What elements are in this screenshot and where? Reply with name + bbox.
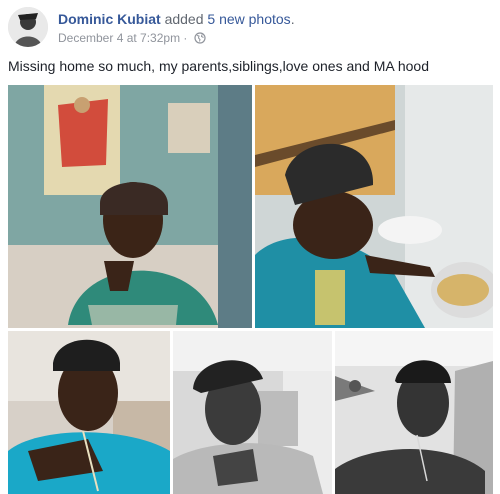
photo-1[interactable] <box>8 85 252 328</box>
photo-5[interactable] <box>335 331 493 494</box>
post-status-text: Missing home so much, my parents,sibling… <box>8 58 429 74</box>
photo-3[interactable] <box>8 331 170 494</box>
photo-4[interactable] <box>173 331 332 494</box>
photo-post: Dominic Kubiat added 5 new photos. Decem… <box>0 0 500 494</box>
action-suffix: . <box>290 11 295 27</box>
photo-2[interactable] <box>255 85 493 328</box>
post-timestamp-link[interactable]: December 4 at 7:32pm <box>58 31 180 45</box>
globe-icon[interactable] <box>194 32 206 47</box>
post-action-text: added 5 new photos. <box>165 11 295 27</box>
author-avatar[interactable] <box>8 7 48 47</box>
post-header: Dominic Kubiat added 5 new photos. Decem… <box>8 6 492 50</box>
post-meta: December 4 at 7:32pm · <box>58 31 206 47</box>
photo-count-link[interactable]: 5 new photos <box>207 11 290 27</box>
action-prefix: added <box>164 11 204 27</box>
meta-separator: · <box>183 31 188 45</box>
post-title-line: Dominic Kubiat added 5 new photos. <box>58 11 295 27</box>
author-name-link[interactable]: Dominic Kubiat <box>58 11 161 27</box>
